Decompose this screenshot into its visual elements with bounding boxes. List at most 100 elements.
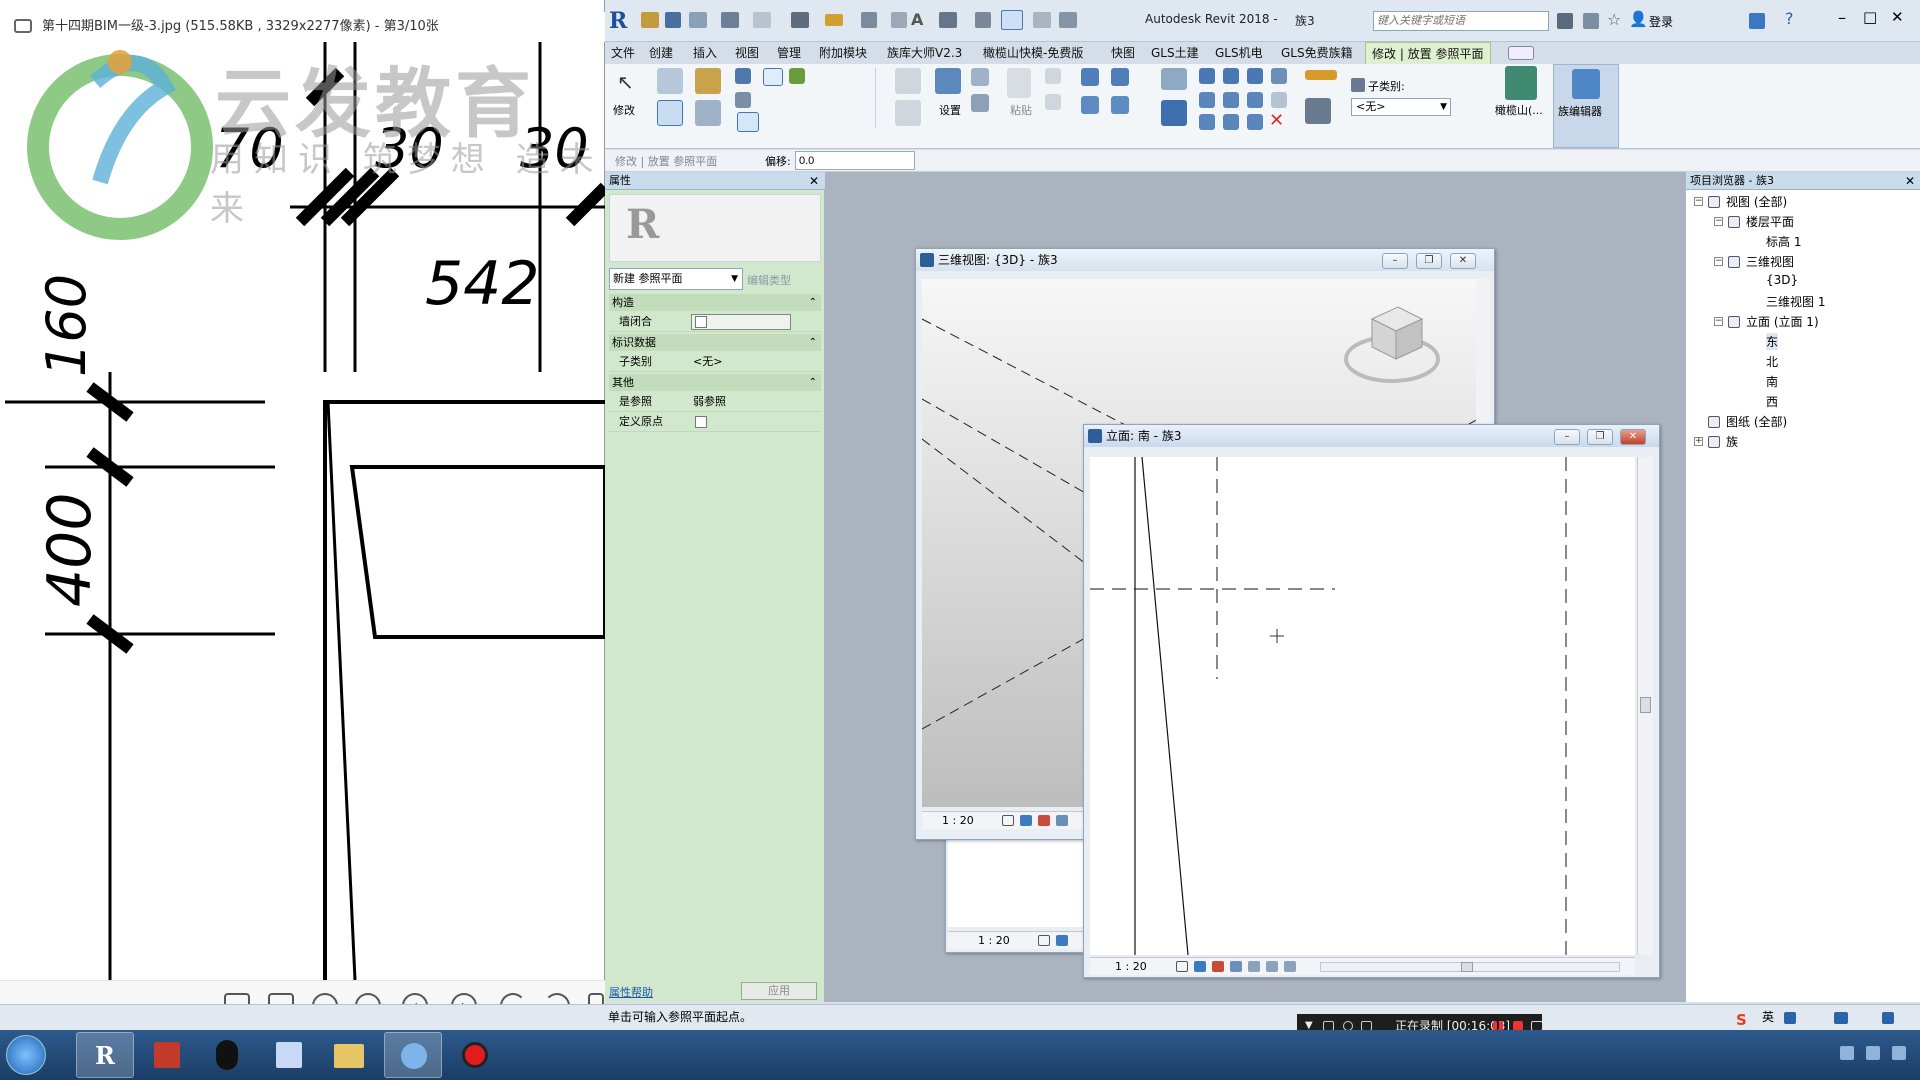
tab-manage[interactable]: 管理: [771, 42, 807, 64]
is-reference-value[interactable]: 弱参照: [693, 392, 726, 412]
pin-icon[interactable]: [1271, 92, 1287, 108]
ribbon-scroll[interactable]: [875, 68, 883, 128]
user-icon[interactable]: 👤: [1629, 10, 1648, 28]
close-button[interactable]: ✕: [1620, 429, 1646, 445]
detail-level-icon[interactable]: [1038, 935, 1050, 946]
redo-icon[interactable]: [753, 12, 771, 28]
ime-tools-icon[interactable]: [1882, 1012, 1894, 1024]
family-editor-group[interactable]: 族编辑器: [1553, 64, 1619, 148]
3d-view-icon[interactable]: [939, 12, 957, 28]
array-icon[interactable]: [1199, 114, 1215, 130]
taskbar-recorder[interactable]: [446, 1032, 504, 1078]
section-other[interactable]: 其他 ⌃: [609, 374, 821, 391]
aligned-dimension-icon[interactable]: [1305, 98, 1331, 124]
edit-type-button[interactable]: 编辑类型: [747, 272, 791, 288]
subscription-icon[interactable]: [1583, 13, 1599, 29]
tray-network-icon[interactable]: [1840, 1046, 1854, 1060]
south-elevation-window[interactable]: 立面: 南 - 族3 – ❐ ✕ 1: 20: [1083, 424, 1660, 978]
sketch-icon[interactable]: [737, 112, 759, 132]
tree-item[interactable]: 三维视图 1: [1766, 293, 1825, 310]
modify-cursor-icon[interactable]: ↖: [617, 70, 634, 94]
tree-item[interactable]: 图纸 (全部): [1726, 413, 1787, 430]
offset-icon[interactable]: [1199, 68, 1215, 84]
tab-gls-mep[interactable]: GLS机电: [1209, 42, 1269, 64]
tag-icon[interactable]: [891, 12, 907, 28]
south-elevation-scale[interactable]: 1 : 20: [1115, 958, 1147, 976]
type-selector[interactable]: 新建 参照平面 ▼: [609, 268, 743, 290]
close-app-button[interactable]: ✕: [1891, 8, 1904, 26]
detail-level-icon[interactable]: [1176, 961, 1188, 972]
close-icon[interactable]: ✕: [1905, 172, 1915, 190]
dimension-icon[interactable]: [861, 12, 877, 28]
tree-toggle-icon[interactable]: +: [1694, 437, 1703, 446]
work-plane-set-icon[interactable]: [935, 68, 961, 94]
taskbar-explorer[interactable]: [320, 1032, 378, 1078]
minimize-button[interactable]: –: [1382, 253, 1408, 269]
vertical-scroll-thumb[interactable]: [1640, 697, 1651, 713]
family-types-icon[interactable]: [657, 100, 683, 126]
measure-icon[interactable]: [825, 14, 843, 26]
tree-toggle-icon[interactable]: −: [1714, 257, 1723, 266]
tab-insert[interactable]: 插入: [687, 42, 723, 64]
exchange-apps-icon[interactable]: [1749, 13, 1765, 29]
unjoin-icon[interactable]: [1111, 68, 1129, 86]
show-plane-icon[interactable]: [971, 68, 989, 86]
start-button[interactable]: [6, 1035, 46, 1075]
olive-mountain-icon[interactable]: [1505, 66, 1537, 100]
binoculars-icon[interactable]: [1557, 13, 1573, 29]
olive-mountain-label[interactable]: 橄榄山(...: [1495, 102, 1543, 118]
copy-icon[interactable]: [1045, 94, 1061, 110]
revit-logo-icon[interactable]: R: [609, 8, 633, 34]
switch-windows-icon[interactable]: [1059, 12, 1077, 28]
taskbar-image-viewer[interactable]: [384, 1032, 442, 1078]
modify-label[interactable]: 修改: [613, 102, 635, 118]
copy-element-icon[interactable]: [1199, 92, 1215, 108]
tab-quick-drawing[interactable]: 快图: [1105, 42, 1141, 64]
detail-level-icon[interactable]: [1002, 815, 1014, 826]
split-face-icon[interactable]: [1111, 96, 1129, 114]
align-icon[interactable]: [1161, 68, 1187, 90]
tree-item[interactable]: 北: [1766, 353, 1778, 370]
draw-line-icon[interactable]: [735, 68, 751, 84]
cope-icon[interactable]: [1081, 96, 1099, 114]
viewcube-icon[interactable]: [1344, 306, 1440, 383]
tree-item[interactable]: 立面 (立面 1): [1746, 313, 1819, 330]
sun-path-icon[interactable]: [1038, 815, 1050, 826]
type-properties-icon[interactable]: [695, 68, 721, 94]
measure-ribbon-icon[interactable]: [1305, 70, 1337, 80]
undo-icon[interactable]: [721, 12, 739, 28]
open-icon[interactable]: [641, 12, 659, 28]
close-button[interactable]: ✕: [1450, 253, 1476, 269]
tree-item[interactable]: 标高 1: [1766, 233, 1801, 250]
taskbar-feather[interactable]: [260, 1032, 318, 1078]
tray-volume-icon[interactable]: [1866, 1046, 1880, 1060]
sogou-ime-icon[interactable]: S: [1736, 1008, 1747, 1032]
favorites-icon[interactable]: ☆: [1607, 10, 1621, 29]
tab-view[interactable]: 视图: [729, 42, 765, 64]
vertical-scrollbar[interactable]: [1637, 457, 1653, 955]
collapse-icon[interactable]: ⌃: [809, 334, 817, 351]
tree-item[interactable]: 视图 (全部): [1726, 193, 1787, 210]
cut-icon[interactable]: [1045, 68, 1061, 84]
pick-lines-icon[interactable]: [789, 68, 805, 84]
help-icon[interactable]: ?: [1785, 9, 1794, 28]
trim-multiple-icon[interactable]: [1247, 114, 1263, 130]
collapse-icon[interactable]: ⌃: [809, 294, 817, 311]
move-icon[interactable]: [1161, 100, 1187, 126]
subcategory-select[interactable]: <无> ▼: [1351, 98, 1451, 116]
close-icon[interactable]: ✕: [809, 172, 819, 190]
tree-item[interactable]: {3D}: [1766, 273, 1798, 287]
ref-plane-icon[interactable]: [971, 94, 989, 112]
taskbar-qq[interactable]: [198, 1032, 256, 1078]
temp-hide-icon[interactable]: [1284, 961, 1296, 972]
horizontal-scrollbar[interactable]: [1320, 962, 1620, 972]
offset-input[interactable]: [795, 151, 915, 170]
close-hidden-icon[interactable]: [1033, 12, 1051, 28]
family-category-icon[interactable]: [695, 100, 721, 126]
moon-icon[interactable]: [1784, 1012, 1796, 1024]
crop-view-icon[interactable]: [1248, 961, 1260, 972]
visual-style-icon[interactable]: [1056, 935, 1068, 946]
defines-origin-checkbox[interactable]: [695, 416, 707, 428]
section-identity-data[interactable]: 标识数据 ⌃: [609, 334, 821, 351]
wall-closure-checkbox[interactable]: [695, 316, 707, 328]
